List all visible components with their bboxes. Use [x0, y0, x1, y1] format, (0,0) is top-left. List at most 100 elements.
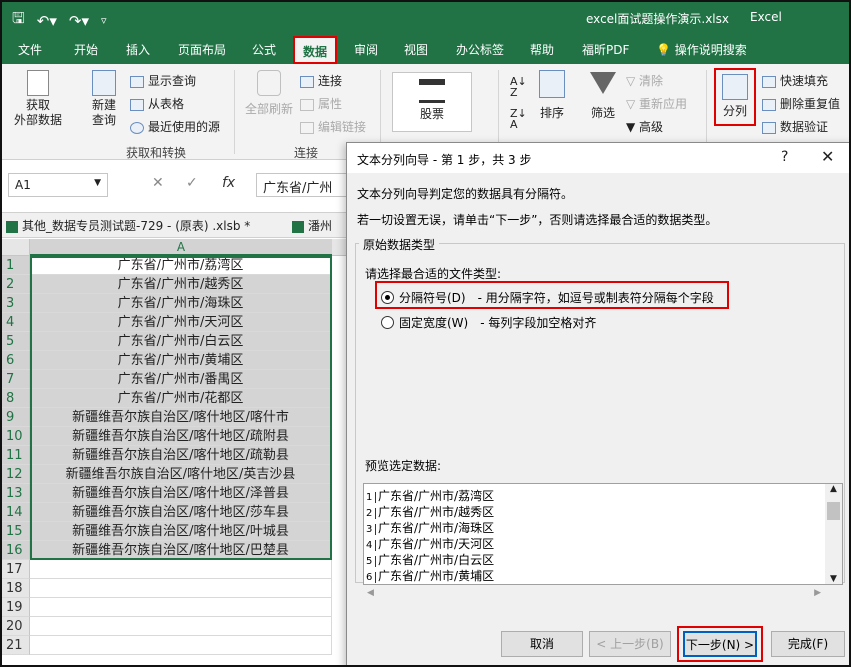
- cell[interactable]: 广东省/广州市/越秀区: [30, 275, 332, 294]
- fx-icon[interactable]: fx: [222, 175, 235, 191]
- preview-box[interactable]: 1 广东省/广州市/荔湾区 2 广东省/广州市/越秀区 3 广东省/广州市/海珠区 4…: [363, 483, 843, 585]
- row-header[interactable]: 11: [2, 446, 30, 465]
- row-header[interactable]: 5: [2, 332, 30, 351]
- delimited-radio[interactable]: [381, 291, 394, 304]
- undo-icon[interactable]: ↶▾: [37, 12, 57, 30]
- show-query-button[interactable]: 显示查询: [130, 72, 196, 89]
- fixed-width-option[interactable]: 固定宽度(W) - 每列字段加空格对齐: [381, 314, 596, 331]
- cell[interactable]: [30, 579, 332, 598]
- back-button[interactable]: < 上一步(B): [589, 631, 671, 657]
- tab-insert[interactable]: 插入: [126, 41, 150, 58]
- tell-me-search[interactable]: 💡 操作说明搜索: [656, 41, 747, 58]
- scroll-right-icon[interactable]: ▶: [814, 588, 821, 598]
- column-header-a[interactable]: A: [30, 239, 332, 256]
- cell[interactable]: [30, 636, 332, 655]
- row-header[interactable]: 10: [2, 427, 30, 446]
- tab-help[interactable]: 帮助: [530, 41, 554, 58]
- help-button[interactable]: ?: [781, 149, 788, 165]
- row-header[interactable]: 20: [2, 617, 30, 636]
- cell[interactable]: 新疆维吾尔族自治区/喀什地区/英吉沙县: [30, 465, 332, 484]
- row-header[interactable]: 3: [2, 294, 30, 313]
- connections-button[interactable]: 连接: [300, 72, 342, 89]
- filter-button[interactable]: 筛选: [586, 70, 620, 121]
- row-header[interactable]: 8: [2, 389, 30, 408]
- cell[interactable]: 广东省/广州市/海珠区: [30, 294, 332, 313]
- cancel-button[interactable]: 取消: [501, 631, 583, 657]
- recent-sources-button[interactable]: 最近使用的源: [130, 118, 220, 135]
- flash-fill-button[interactable]: 快速填充: [762, 72, 828, 89]
- cell[interactable]: 新疆维吾尔族自治区/喀什地区/喀什市: [30, 408, 332, 427]
- cell[interactable]: [30, 617, 332, 636]
- row-header[interactable]: 1: [2, 256, 30, 275]
- preview-vertical-scrollbar[interactable]: ▲ ▼: [825, 484, 842, 584]
- preview-horizontal-scrollbar[interactable]: ◀ ▶: [363, 586, 843, 603]
- row-header[interactable]: 12: [2, 465, 30, 484]
- workbook-tab[interactable]: 潘州: [292, 217, 332, 234]
- sort-az-button[interactable]: A↓ Z: [510, 76, 527, 98]
- cell[interactable]: 广东省/广州市/黄埔区: [30, 351, 332, 370]
- cell[interactable]: 新疆维吾尔族自治区/喀什地区/疏附县: [30, 427, 332, 446]
- finish-button[interactable]: 完成(F): [771, 631, 845, 657]
- refresh-all-button[interactable]: 全部刷新: [244, 70, 294, 117]
- row-header[interactable]: 16: [2, 541, 30, 560]
- row-header[interactable]: 9: [2, 408, 30, 427]
- from-table-button[interactable]: 从表格: [130, 95, 184, 112]
- edit-links-button[interactable]: 编辑链接: [300, 118, 366, 135]
- next-button[interactable]: 下一步(N) >: [683, 631, 757, 657]
- row-header[interactable]: 14: [2, 503, 30, 522]
- cell[interactable]: 广东省/广州市/荔湾区: [30, 256, 332, 275]
- scroll-down-icon[interactable]: ▼: [825, 574, 842, 584]
- scrollbar-thumb[interactable]: [827, 502, 840, 520]
- row-header[interactable]: 6: [2, 351, 30, 370]
- get-external-data-button[interactable]: 获取 外部数据: [12, 70, 64, 128]
- cell[interactable]: 广东省/广州市/番禺区: [30, 370, 332, 389]
- cell[interactable]: 广东省/广州市/天河区: [30, 313, 332, 332]
- fixed-width-radio[interactable]: [381, 316, 394, 329]
- advanced-filter-button[interactable]: ▼ 高级: [626, 118, 663, 135]
- tab-page-layout[interactable]: 页面布局: [178, 41, 226, 58]
- tab-formulas[interactable]: 公式: [252, 41, 276, 58]
- cancel-icon[interactable]: ✕: [152, 175, 164, 191]
- stocks-data-type[interactable]: 股票: [392, 72, 472, 132]
- row-header[interactable]: 15: [2, 522, 30, 541]
- customize-icon[interactable]: ▿: [101, 14, 107, 27]
- row-header[interactable]: 21: [2, 636, 30, 655]
- close-button[interactable]: ✕: [821, 147, 834, 166]
- row-header[interactable]: 17: [2, 560, 30, 579]
- enter-icon[interactable]: ✓: [186, 175, 198, 191]
- tab-view[interactable]: 视图: [404, 41, 428, 58]
- cell[interactable]: 新疆维吾尔族自治区/喀什地区/疏勒县: [30, 446, 332, 465]
- tab-home[interactable]: 开始: [74, 41, 98, 58]
- data-validation-button[interactable]: 数据验证: [762, 118, 828, 135]
- text-to-columns-button[interactable]: 分列: [714, 68, 756, 126]
- cell[interactable]: 广东省/广州市/白云区: [30, 332, 332, 351]
- row-header[interactable]: 2: [2, 275, 30, 294]
- row-header[interactable]: 19: [2, 598, 30, 617]
- scroll-left-icon[interactable]: ◀: [367, 588, 374, 598]
- sort-button[interactable]: 排序: [536, 70, 568, 121]
- name-box[interactable]: A1 ▼: [8, 173, 108, 197]
- cell[interactable]: 广东省/广州市/花都区: [30, 389, 332, 408]
- row-header[interactable]: 4: [2, 313, 30, 332]
- properties-button[interactable]: 属性: [300, 95, 342, 112]
- redo-icon[interactable]: ↷▾: [69, 12, 89, 30]
- cell[interactable]: 新疆维吾尔族自治区/喀什地区/叶城县: [30, 522, 332, 541]
- save-icon[interactable]: 🖫: [12, 8, 25, 33]
- row-header[interactable]: 18: [2, 579, 30, 598]
- sort-za-button[interactable]: Z↓ A: [510, 108, 527, 130]
- row-header[interactable]: 13: [2, 484, 30, 503]
- tab-office-tab[interactable]: 办公标签: [456, 41, 504, 58]
- workbook-tab[interactable]: 其他_数据专员测试题-729 - (原表) .xlsb *: [6, 217, 250, 234]
- tab-foxit-pdf[interactable]: 福昕PDF: [582, 41, 629, 58]
- cell[interactable]: 新疆维吾尔族自治区/喀什地区/泽普县: [30, 484, 332, 503]
- cell[interactable]: [30, 598, 332, 617]
- remove-duplicates-button[interactable]: 删除重复值: [762, 95, 840, 112]
- tab-review[interactable]: 审阅: [354, 41, 378, 58]
- tab-data[interactable]: 数据: [293, 36, 338, 64]
- select-all-corner[interactable]: [2, 239, 30, 256]
- delimited-option[interactable]: 分隔符号(D) - 用分隔字符，如逗号或制表符分隔每个字段: [381, 289, 714, 306]
- cell[interactable]: 新疆维吾尔族自治区/喀什地区/巴楚县: [30, 541, 332, 560]
- reapply-button[interactable]: ▽ 重新应用: [626, 95, 687, 112]
- cell[interactable]: [30, 560, 332, 579]
- new-query-button[interactable]: 新建 查询: [84, 70, 124, 128]
